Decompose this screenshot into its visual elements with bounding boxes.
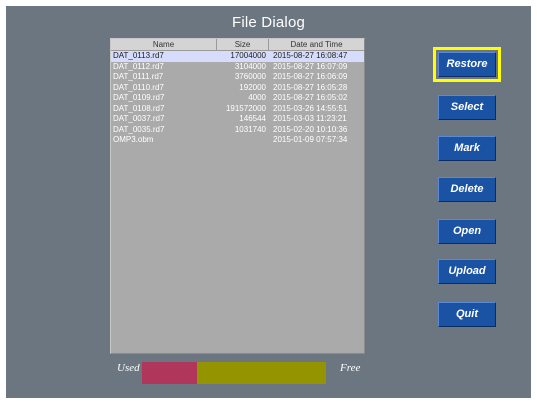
restore-button[interactable]: Restore <box>433 47 501 82</box>
file-row[interactable]: DAT_0113.rd7 17004000 2015-08-27 16:08:47 <box>111 51 364 62</box>
file-list[interactable]: Name Size Date and Time DAT_0113.rd7 1700… <box>110 38 365 354</box>
file-size: 1031740 <box>234 124 266 134</box>
file-size: 4000 <box>248 93 266 102</box>
file-size: 17004000 <box>230 51 266 60</box>
dialog-title: File Dialog <box>231 14 306 31</box>
file-row[interactable]: DAT_0109.rd7 4000 2015-08-27 16:05:02 <box>111 93 364 104</box>
file-date: 2015-08-27 16:07:09 <box>273 61 348 71</box>
file-name: DAT_0037.rd7 <box>113 114 165 123</box>
file-rows: DAT_0113.rd7 17004000 2015-08-27 16:08:47 D… <box>111 51 364 146</box>
file-date: 2015-01-09 07:57:34 <box>273 135 348 144</box>
column-header-name[interactable]: Name <box>111 39 217 50</box>
select-button[interactable]: Select <box>438 95 496 120</box>
file-size: 146544 <box>239 114 266 123</box>
file-name: DAT_0110.rd7 <box>113 82 164 92</box>
file-size: 3760000 <box>234 72 266 81</box>
file-date: 2015-08-27 16:06:09 <box>273 72 348 81</box>
quit-button[interactable]: Quit <box>438 302 496 327</box>
file-date: 2015-08-27 16:05:28 <box>273 82 348 92</box>
file-size: 192000 <box>239 82 266 92</box>
delete-button[interactable]: Delete <box>438 177 496 202</box>
file-date: 2015-03-26 14:55:51 <box>273 103 348 113</box>
file-row[interactable]: DAT_0035.rd7 1031740 2015-02-20 10:10:36 <box>111 125 364 136</box>
storage-usage-bar <box>142 362 326 384</box>
file-row[interactable]: DAT_0037.rd7 146544 2015-03-03 11:23:21 <box>111 114 364 125</box>
column-header-date[interactable]: Date and Time <box>269 39 364 50</box>
file-size: 3104000 <box>234 61 266 71</box>
file-row[interactable]: DAT_0111.rd7 3760000 2015-08-27 16:06:09 <box>111 72 364 83</box>
file-date: 2015-03-03 11:23:21 <box>273 114 347 123</box>
file-name: DAT_0111.rd7 <box>113 72 164 81</box>
file-name: DAT_0113.rd7 <box>113 51 164 60</box>
used-label: Used <box>117 362 140 374</box>
file-name: DAT_0112.rd7 <box>113 61 164 71</box>
file-row[interactable]: DAT_0110.rd7 192000 2015-08-27 16:05:28 <box>111 83 364 94</box>
open-button[interactable]: Open <box>438 219 496 244</box>
file-date: 2015-08-27 16:08:47 <box>273 51 348 60</box>
file-date: 2015-08-27 16:05:02 <box>273 93 348 102</box>
file-name: DAT_0035.rd7 <box>113 124 165 134</box>
file-row[interactable]: OMP3.obm 2015-01-09 07:57:34 <box>111 135 364 146</box>
file-size: 191572000 <box>225 103 266 113</box>
file-row[interactable]: DAT_0108.rd7 191572000 2015-03-26 14:55:51 <box>111 104 364 115</box>
file-name: DAT_0109.rd7 <box>113 93 165 102</box>
upload-button[interactable]: Upload <box>438 259 496 284</box>
file-list-header: Name Size Date and Time <box>111 39 364 51</box>
file-row[interactable]: DAT_0112.rd7 3104000 2015-08-27 16:07:09 <box>111 62 364 73</box>
file-date: 2015-02-20 10:10:36 <box>273 124 348 134</box>
mark-button[interactable]: Mark <box>438 136 496 161</box>
free-label: Free <box>340 362 361 374</box>
file-name: OMP3.obm <box>113 135 154 144</box>
column-header-size[interactable]: Size <box>217 39 269 50</box>
storage-used-fill <box>142 362 198 384</box>
file-name: DAT_0108.rd7 <box>113 103 165 113</box>
